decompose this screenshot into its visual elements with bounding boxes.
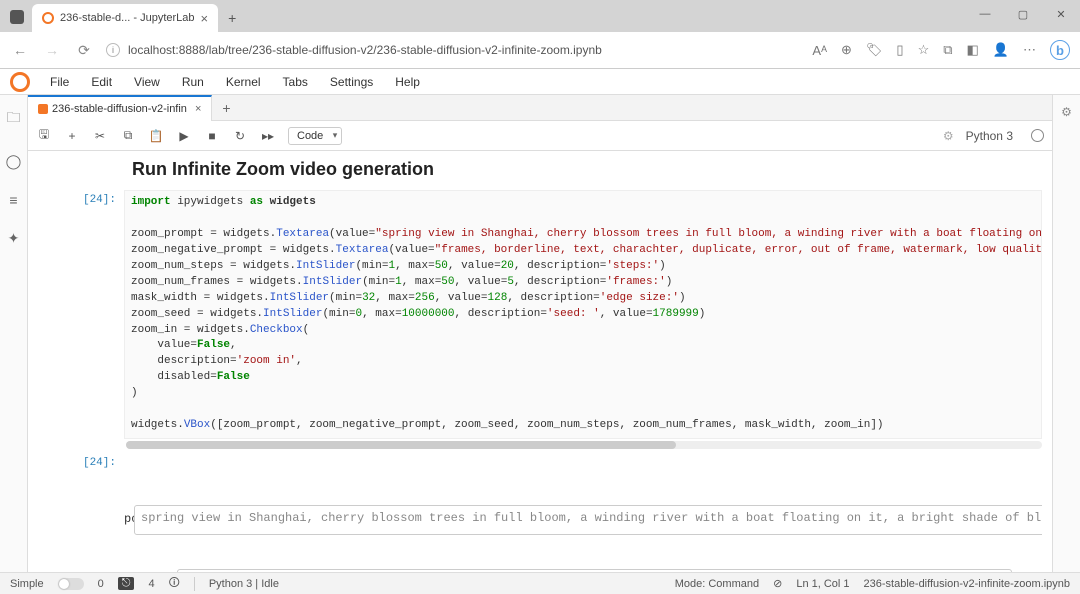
output-prompt: [24]: (28, 453, 124, 572)
right-sidebar: ⚙ (1052, 95, 1080, 572)
browser-tab-strip: 236-stable-d... - JupyterLab × + — ▢ ✕ (0, 0, 1080, 32)
property-inspector-icon[interactable]: ⚙ (1061, 105, 1072, 119)
positive-prompt-textarea[interactable]: spring view in Shanghai, cherry blossom … (134, 505, 1042, 535)
edge-app-icon (10, 10, 24, 24)
notebook-tabbar: 236-stable-diffusion-v2-infin × + (28, 95, 1052, 121)
jupyter-favicon-icon (42, 12, 54, 24)
status-count-0: 0 (98, 578, 104, 590)
save-button[interactable]: 🖫 (36, 125, 52, 146)
copy-button[interactable]: ⧉ (120, 128, 136, 143)
notebook-tab-label: 236-stable-diffusion-v2-infin (52, 103, 187, 115)
notebook-content[interactable]: Run Infinite Zoom video generation [24]:… (28, 151, 1052, 572)
cut-button[interactable]: ✂ (92, 129, 108, 143)
menu-tabs[interactable]: Tabs (273, 71, 318, 93)
status-bar: Simple 0 ⎋ 4 🛈 Python 3 | Idle Mode: Com… (0, 572, 1080, 594)
sidebar-icon[interactable]: ◧ (967, 42, 979, 58)
cell-type-select[interactable]: Code (288, 127, 342, 145)
status-mode: Mode: Command (675, 578, 759, 590)
close-window-button[interactable]: ✕ (1042, 0, 1080, 28)
tab-title: 236-stable-d... - JupyterLab (60, 12, 195, 24)
paste-button[interactable]: 📋 (148, 129, 164, 143)
status-filename: 236-stable-diffusion-v2-infinite-zoom.ip… (864, 578, 1070, 590)
collections-icon[interactable]: ⧉ (943, 42, 952, 58)
menubar: File Edit View Run Kernel Tabs Settings … (0, 69, 1080, 95)
profile-icon[interactable]: 👤 (993, 42, 1009, 58)
maximize-button[interactable]: ▢ (1004, 0, 1042, 28)
running-kernels-icon[interactable]: ◯ (6, 153, 22, 170)
settings-gear-icon[interactable]: ⚙ (943, 129, 954, 143)
input-prompt: [24]: (28, 190, 124, 439)
window-controls: — ▢ ✕ (966, 0, 1080, 28)
toc-icon[interactable]: ≡ (6, 192, 22, 208)
status-count-1: 4 (148, 578, 154, 590)
status-notification-icon[interactable]: ⊘ (773, 577, 782, 590)
menu-settings[interactable]: Settings (320, 71, 383, 93)
run-all-button[interactable]: ▸▸ (260, 129, 276, 143)
section-heading: Run Infinite Zoom video generation (132, 159, 1052, 180)
code-horizontal-scrollbar[interactable] (126, 441, 1042, 449)
run-button[interactable]: ▶ (176, 129, 192, 143)
browser-chrome: 236-stable-d... - JupyterLab × + — ▢ ✕ ←… (0, 0, 1080, 69)
widget-row-negative: negative pr… frames, borderline, text, c… (124, 571, 1042, 572)
add-tab-button[interactable]: + (212, 100, 240, 116)
minimize-button[interactable]: — (966, 0, 1004, 28)
status-kernel: Python 3 | Idle (209, 578, 279, 590)
shopping-icon[interactable]: 🏷 (866, 42, 883, 58)
menu-view[interactable]: View (124, 71, 170, 93)
kernel-name[interactable]: Python 3 (966, 129, 1013, 143)
favorites-icon[interactable]: ☆ (918, 42, 930, 58)
tab-close-icon[interactable]: × (201, 11, 209, 26)
menu-edit[interactable]: Edit (81, 71, 122, 93)
browser-toolbar: ← → ⟳ i localhost:8888/lab/tree/236-stab… (0, 32, 1080, 68)
refresh-button[interactable]: ⟳ (74, 42, 94, 59)
menu-file[interactable]: File (40, 71, 79, 93)
extensions-icon[interactable]: ✦ (6, 230, 22, 247)
jupyter-logo-icon (10, 72, 30, 92)
back-button[interactable]: ← (10, 42, 30, 58)
notebook-tab-close-icon[interactable]: × (195, 103, 201, 115)
jupyterlab-app: File Edit View Run Kernel Tabs Settings … (0, 69, 1080, 572)
status-bell-icon[interactable]: 🛈 (169, 574, 180, 593)
main-area: 236-stable-diffusion-v2-infin × + 🖫 + ✂ … (28, 95, 1052, 572)
browser-actions: Aᴬ ⊕ 🏷 ▯ ☆ ⧉ ◧ 👤 ⋯ b (812, 40, 1070, 60)
simple-mode-toggle[interactable] (58, 578, 84, 590)
kernel-indicator-icon[interactable] (1031, 129, 1044, 142)
stop-button[interactable]: ■ (204, 129, 220, 143)
widget-row-positive: positive pro… spring view in Shanghai, c… (124, 507, 1042, 533)
left-sidebar: 🗀 ◯ ≡ ✦ (0, 95, 28, 572)
negative-prompt-textarea[interactable]: frames, borderline, text, charachter, du… (177, 569, 1012, 572)
output-cell: [24]: positive pro… spring view in Shang… (28, 451, 1052, 572)
widgets-output: positive pro… spring view in Shanghai, c… (124, 453, 1042, 572)
forward-button[interactable]: → (42, 42, 62, 58)
code-content[interactable]: import ipywidgets as widgets zoom_prompt… (124, 190, 1042, 439)
menu-run[interactable]: Run (172, 71, 214, 93)
bing-chat-icon[interactable]: b (1050, 40, 1070, 60)
notebook-toolbar: 🖫 + ✂ ⧉ 📋 ▶ ■ ↻ ▸▸ Code ⚙ Python 3 (28, 121, 1052, 151)
reading-icon[interactable]: ▯ (896, 42, 903, 58)
address-bar[interactable]: i localhost:8888/lab/tree/236-stable-dif… (106, 43, 800, 57)
simple-mode-label: Simple (10, 578, 44, 590)
notebook-tab[interactable]: 236-stable-diffusion-v2-infin × (28, 95, 212, 121)
code-cell[interactable]: [24]: import ipywidgets as widgets zoom_… (28, 188, 1052, 441)
positive-prompt-label: positive pro… (124, 511, 134, 528)
browser-tab[interactable]: 236-stable-d... - JupyterLab × (32, 4, 218, 32)
new-tab-button[interactable]: + (218, 10, 246, 26)
text-size-icon[interactable]: Aᴬ (812, 43, 827, 58)
url-text: localhost:8888/lab/tree/236-stable-diffu… (128, 43, 602, 57)
file-browser-icon[interactable]: 🗀 (6, 107, 22, 131)
notebook-icon (38, 104, 48, 114)
status-cursor: Ln 1, Col 1 (796, 578, 849, 590)
menu-kernel[interactable]: Kernel (216, 71, 271, 93)
restart-button[interactable]: ↻ (232, 129, 248, 143)
insert-cell-button[interactable]: + (64, 129, 80, 143)
menu-help[interactable]: Help (385, 71, 430, 93)
more-icon[interactable]: ⋯ (1023, 42, 1036, 58)
status-badge-icon: ⎋ (118, 577, 135, 590)
site-info-icon[interactable]: i (106, 43, 120, 57)
zoom-icon[interactable]: ⊕ (841, 42, 852, 58)
